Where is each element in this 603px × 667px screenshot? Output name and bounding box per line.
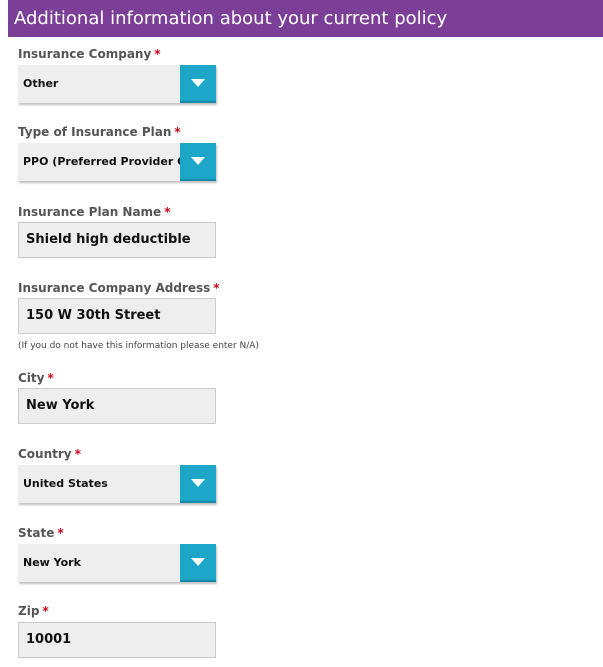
plan-type-label: Type of Insurance Plan * bbox=[18, 125, 181, 139]
country-label: Country * bbox=[18, 447, 81, 461]
section-header: Additional information about your curren… bbox=[8, 0, 603, 37]
company-address-input[interactable]: 150 W 30th Street bbox=[18, 298, 216, 334]
state-select[interactable]: New York bbox=[18, 544, 216, 582]
section-title: Additional information about your curren… bbox=[14, 8, 448, 29]
insurance-company-label: Insurance Company * bbox=[18, 47, 161, 61]
chevron-down-icon[interactable] bbox=[180, 143, 216, 181]
plan-name-label: Insurance Plan Name * bbox=[18, 205, 171, 219]
chevron-down-icon[interactable] bbox=[180, 65, 216, 103]
state-label: State * bbox=[18, 526, 64, 540]
zip-label: Zip * bbox=[18, 604, 49, 618]
city-label: City * bbox=[18, 371, 54, 385]
plan-name-input[interactable]: Shield high deductible bbox=[18, 222, 216, 258]
insurance-company-select[interactable]: Other bbox=[18, 65, 216, 103]
country-select[interactable]: United States bbox=[18, 465, 216, 503]
city-input[interactable]: New York bbox=[18, 388, 216, 424]
chevron-down-icon[interactable] bbox=[180, 465, 216, 503]
address-hint: (If you do not have this information ple… bbox=[18, 341, 259, 351]
chevron-down-icon[interactable] bbox=[180, 544, 216, 582]
zip-input[interactable]: 10001 bbox=[18, 622, 216, 658]
plan-type-select[interactable]: PPO (Preferred Provider Organization) bbox=[18, 143, 216, 181]
company-address-label: Insurance Company Address * bbox=[18, 281, 220, 295]
